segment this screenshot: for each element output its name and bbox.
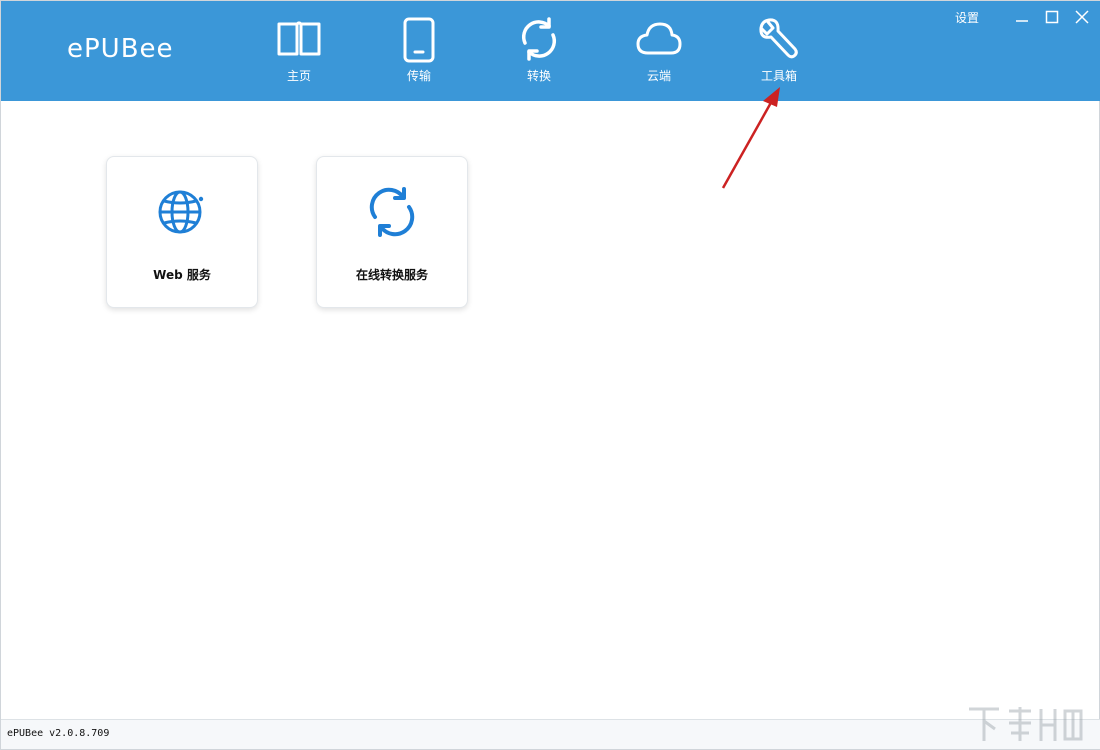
close-icon bbox=[1075, 10, 1089, 24]
maximize-icon bbox=[1045, 10, 1059, 24]
online-convert-card[interactable]: 在线转换服务 bbox=[316, 156, 468, 308]
settings-link[interactable]: 设置 bbox=[955, 9, 979, 26]
refresh-icon bbox=[369, 187, 415, 237]
wrench-icon bbox=[759, 18, 798, 59]
nav-label-convert: 转换 bbox=[526, 69, 551, 83]
refresh-icon bbox=[521, 17, 557, 61]
nav-label-transfer: 传输 bbox=[406, 69, 431, 83]
maximize-button[interactable] bbox=[1041, 7, 1063, 27]
version-label: ePUBee v2.0.8.709 bbox=[7, 728, 110, 739]
nav-item-cloud[interactable]: 云端 bbox=[619, 15, 699, 91]
window-controls: 设置 bbox=[955, 7, 1093, 27]
nav-item-home[interactable]: 主页 bbox=[259, 15, 339, 91]
phone-icon bbox=[403, 17, 435, 63]
nav-item-transfer[interactable]: 传输 bbox=[379, 15, 459, 91]
nav-label-cloud: 云端 bbox=[646, 69, 671, 83]
cloud-icon bbox=[636, 22, 682, 55]
top-navigation-bar: ePUBee 主页 传输 转换 云端 工具箱 设置 bbox=[1, 1, 1100, 101]
nav-item-convert[interactable]: 转换 bbox=[499, 15, 579, 91]
nav-label-toolbox: 工具箱 bbox=[760, 69, 797, 83]
minimize-button[interactable] bbox=[1011, 7, 1033, 27]
app-window: ePUBee 主页 传输 转换 云端 工具箱 设置 Web 服务 在线转换服务 … bbox=[0, 0, 1100, 750]
annotation-arrow bbox=[721, 87, 780, 189]
book-icon bbox=[277, 21, 321, 56]
online-convert-label: 在线转换服务 bbox=[355, 268, 428, 282]
close-button[interactable] bbox=[1071, 7, 1093, 27]
status-bar: ePUBee v2.0.8.709 bbox=[1, 719, 1100, 749]
watermark-logo bbox=[969, 707, 1083, 741]
nav-label-home: 主页 bbox=[286, 69, 311, 83]
minimize-icon bbox=[1016, 20, 1028, 22]
app-logo: ePUBee bbox=[67, 34, 174, 64]
web-service-label: Web 服务 bbox=[153, 268, 211, 282]
globe-icon bbox=[158, 190, 204, 234]
nav-item-toolbox[interactable]: 工具箱 bbox=[739, 15, 819, 91]
web-service-card[interactable]: Web 服务 bbox=[106, 156, 258, 308]
